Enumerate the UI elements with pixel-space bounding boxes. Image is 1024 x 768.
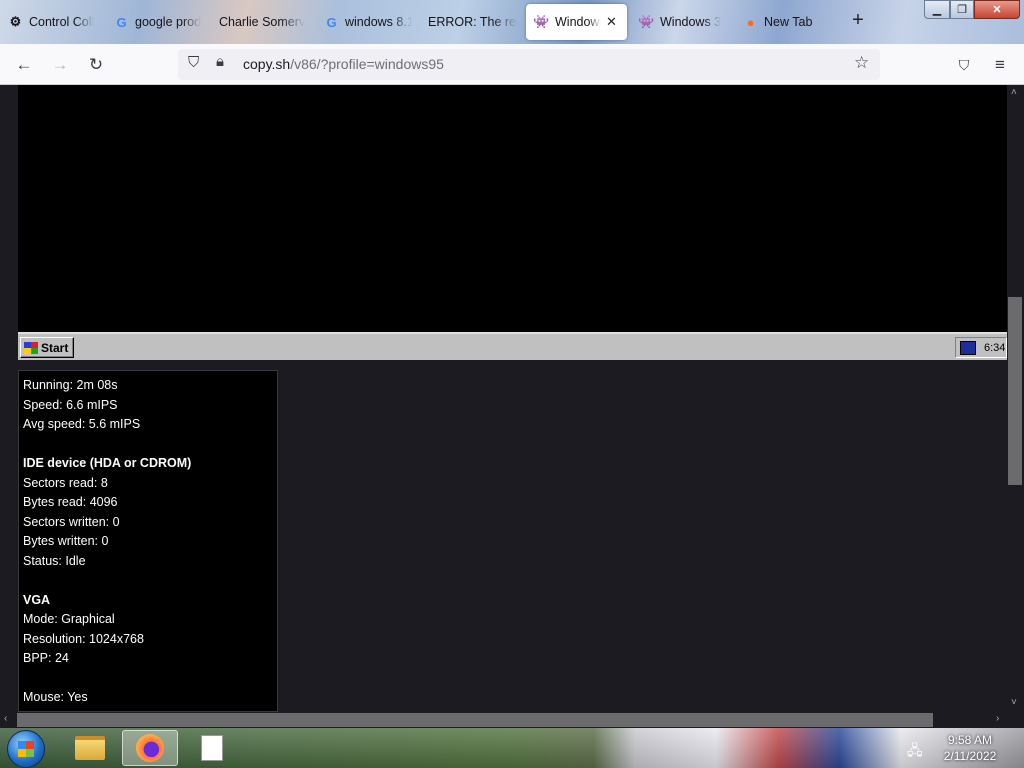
close-icon: ✕ bbox=[992, 4, 1002, 16]
close-tab-icon[interactable]: ✕ bbox=[606, 14, 617, 30]
tab-windows-3[interactable]: 👾 Windows 3 bbox=[639, 4, 729, 40]
win95-clock: 6:34 bbox=[984, 341, 1006, 354]
bytes-written: Bytes written: 0 bbox=[23, 534, 109, 548]
minimize-icon: ▁ bbox=[932, 4, 942, 16]
windows-flag-icon bbox=[24, 341, 38, 354]
scroll-down-icon[interactable]: ˅ bbox=[1011, 697, 1017, 708]
tab-new-tab[interactable]: ● New Tab bbox=[743, 4, 833, 40]
back-button[interactable]: ← bbox=[11, 52, 37, 78]
system-clock[interactable]: 9:58 AM 2/11/2022 bbox=[930, 732, 1010, 764]
close-window-button[interactable]: ✕ bbox=[974, 0, 1020, 19]
tab-control-collection[interactable]: ⚙ Control Coll bbox=[8, 4, 98, 40]
mouse-status: Mouse: Yes bbox=[23, 690, 88, 704]
tab-windows-active[interactable]: 👾 Windows ✕ bbox=[526, 4, 627, 40]
permissions-icon[interactable]: 🔒︎ bbox=[216, 53, 224, 70]
bytes-read: Bytes read: 4096 bbox=[23, 495, 118, 509]
new-tab-button[interactable]: + bbox=[848, 9, 868, 31]
ide-heading: IDE device (HDA or CDROM) bbox=[23, 456, 192, 470]
vga-bpp: BPP: 24 bbox=[23, 651, 69, 665]
vga-mode: Mode: Graphical bbox=[23, 612, 115, 626]
control-icon: ⚙ bbox=[9, 14, 22, 29]
firefox-icon bbox=[136, 734, 164, 762]
tab-windows-8[interactable]: Gwindows 8.1 bbox=[324, 4, 412, 40]
taskbar-document[interactable] bbox=[184, 730, 240, 766]
win95-system-tray: 6:34 bbox=[955, 337, 1007, 358]
minimize-window-button[interactable]: ▁ bbox=[924, 0, 950, 19]
win95-taskbar: Start 6:34 bbox=[18, 332, 1007, 360]
bookmark-star-icon[interactable]: ☆ bbox=[854, 53, 869, 73]
running-time: Running: 2m 08s bbox=[23, 378, 118, 392]
page-content: Start 6:34 Running: 2m 08s Speed: 6.6 mI… bbox=[0, 85, 1024, 728]
google-icon: G bbox=[116, 14, 127, 30]
sectors-read: Sectors read: 8 bbox=[23, 475, 108, 490]
pocket-icon: ⛉ bbox=[958, 56, 970, 73]
forward-button[interactable]: → bbox=[47, 52, 73, 78]
scroll-right-icon[interactable]: › bbox=[996, 713, 999, 724]
hamburger-menu-icon: ≡ bbox=[995, 55, 1005, 74]
v86-icon: 👾 bbox=[533, 14, 550, 29]
emulator-screen[interactable] bbox=[18, 85, 1007, 332]
shield-icon[interactable]: ⛉ bbox=[188, 54, 199, 71]
start-orb-button[interactable] bbox=[7, 730, 45, 768]
horizontal-scrollbar[interactable]: ‹ › bbox=[0, 712, 1024, 728]
reload-icon: ↻ bbox=[88, 55, 104, 74]
windows-taskbar: 🖧︎ 9:58 AM 2/11/2022 bbox=[0, 728, 1024, 768]
windows-logo-icon bbox=[18, 741, 34, 757]
tab-error[interactable]: ERROR: The req bbox=[428, 4, 518, 40]
sectors-written: Sectors written: 0 bbox=[23, 514, 120, 529]
taskbar-firefox[interactable] bbox=[122, 730, 178, 766]
network-icon[interactable]: 🖧︎ bbox=[907, 740, 925, 758]
arrow-left-icon: ← bbox=[15, 55, 33, 74]
vga-resolution: Resolution: 1024x768 bbox=[23, 631, 144, 646]
navigation-toolbar: ← → ↻ ⛉ 🔒︎ copy.sh/v86/?profile=windows9… bbox=[0, 44, 1024, 85]
arrow-right-icon: → bbox=[51, 55, 69, 74]
tab-strip: ⚙ Control Coll Ggoogle prod Charlie Somer… bbox=[0, 0, 1024, 44]
horizontal-scroll-thumb[interactable] bbox=[17, 713, 933, 727]
plus-icon: + bbox=[852, 9, 864, 31]
display-icon[interactable] bbox=[960, 340, 976, 355]
firefox-icon: ● bbox=[746, 14, 755, 30]
vertical-scroll-thumb[interactable] bbox=[1008, 297, 1022, 485]
pocket-button[interactable]: ⛉ bbox=[951, 52, 977, 78]
document-icon bbox=[201, 735, 223, 761]
menu-button[interactable]: ≡ bbox=[987, 52, 1013, 78]
scroll-up-icon[interactable]: ˄ bbox=[1011, 87, 1017, 98]
avg-speed: Avg speed: 5.6 mIPS bbox=[23, 417, 141, 431]
folder-icon bbox=[75, 736, 105, 760]
tab-google-prod[interactable]: Ggoogle prod bbox=[114, 4, 206, 40]
url-text: copy.sh/v86/?profile=windows95 bbox=[243, 56, 444, 72]
vertical-scrollbar[interactable]: ˄ ˅ bbox=[1007, 85, 1024, 712]
restore-icon: ❐ bbox=[957, 4, 967, 16]
tab-charlie-somerville[interactable]: Charlie Somerv bbox=[219, 4, 305, 40]
v86-icon: 👾 bbox=[639, 14, 655, 29]
emulator-info-panel: Running: 2m 08s Speed: 6.6 mIPS Avg spee… bbox=[18, 370, 278, 712]
scroll-left-icon[interactable]: ‹ bbox=[4, 713, 7, 724]
ide-status: Status: Idle bbox=[23, 553, 86, 568]
google-icon: G bbox=[326, 14, 337, 30]
speed: Speed: 6.6 mIPS bbox=[23, 397, 118, 412]
reload-button[interactable]: ↻ bbox=[83, 52, 109, 78]
restore-window-button[interactable]: ❐ bbox=[950, 0, 974, 19]
vga-heading: VGA bbox=[23, 592, 51, 607]
address-bar[interactable]: ⛉ 🔒︎ copy.sh/v86/?profile=windows95 ☆ bbox=[178, 49, 880, 80]
win95-start-button[interactable]: Start bbox=[20, 337, 74, 358]
taskbar-explorer[interactable] bbox=[62, 730, 118, 766]
